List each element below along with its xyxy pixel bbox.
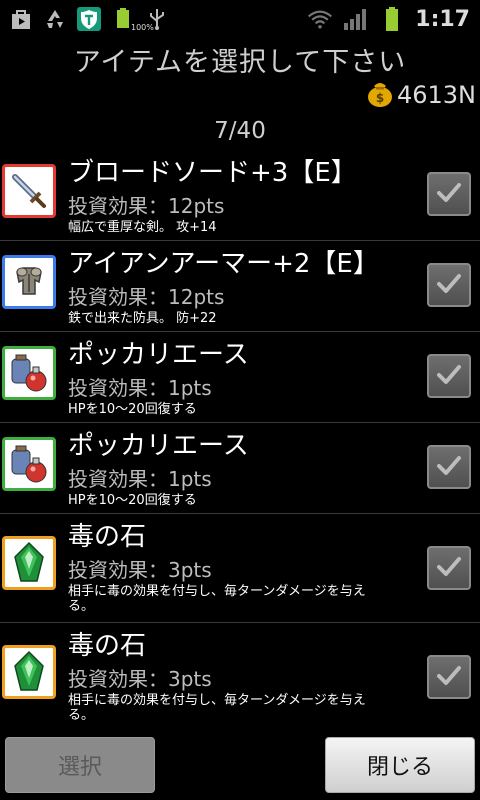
checkmark-icon [435,269,463,301]
item-checkbox[interactable] [427,546,471,590]
list-item[interactable]: 毒の石 投資効果：3pts 相手に毒の効果を付与し、毎ターンダメージを与え る。 [0,623,480,733]
item-desc: 相手に毒の効果を付与し、毎ターンダメージを与え る。 [68,584,366,614]
item-desc: 鉄で出来た防具。 防+22 [68,311,217,326]
list-item[interactable]: ポッカリエース 投資効果：1pts HPを10～20回復する [0,332,480,423]
wifi-icon [307,6,333,32]
list-item[interactable]: 毒の石 投資効果：3pts 相手に毒の効果を付与し、毎ターンダメージを与え る。 [0,514,480,623]
list-item[interactable]: ブロードソード+3【E】 投資効果：12pts 幅広で重厚な剣。 攻+14 [0,150,480,241]
checkmark-icon [435,178,463,210]
item-invest: 投資効果：1pts [68,376,212,400]
checkmark-icon [435,552,463,584]
list-item[interactable]: アイアンアーマー+2【E】 投資効果：12pts 鉄で出来た防具。 防+22 [0,241,480,332]
shopping-bag-icon [8,6,34,32]
potion-icon [2,346,56,400]
battery-percent: 100% [131,23,154,32]
item-desc: HPを10～20回復する [68,493,197,508]
poison-stone-icon [2,536,56,590]
item-name: ポッカリエース [68,340,249,370]
item-name: 毒の石 [68,522,147,552]
item-name: ポッカリエース [68,431,249,461]
item-name: ブロードソード+3【E】 [68,158,357,188]
item-invest: 投資効果：3pts [68,667,212,691]
checkmark-icon [435,661,463,693]
money-bag-icon: $ [365,78,395,112]
poison-stone-icon [2,645,56,699]
item-list: ブロードソード+3【E】 投資効果：12pts 幅広で重厚な剣。 攻+14 アイ… [0,150,480,733]
potion-icon [2,437,56,491]
gold-display: $ 4613N [365,78,476,112]
item-desc: 相手に毒の効果を付与し、毎ターンダメージを与え る。 [68,693,366,723]
item-desc: HPを10～20回復する [68,402,197,417]
sword-icon [2,164,56,218]
status-clock: 1:17 [415,6,470,32]
item-invest: 投資効果：12pts [68,194,225,218]
armor-icon [2,255,56,309]
battery-icon [379,6,405,32]
recycle-icon [42,6,68,32]
item-desc: 幅広で重厚な剣。 攻+14 [68,220,217,235]
signal-icon [343,6,369,32]
item-checkbox[interactable] [427,655,471,699]
item-invest: 投資効果：3pts [68,558,212,582]
svg-text:$: $ [376,91,384,105]
select-button[interactable]: 選択 [5,737,155,793]
item-invest: 投資効果：12pts [68,285,225,309]
item-checkbox[interactable] [427,172,471,216]
dialog-title: アイテムを選択して下さい [73,47,407,78]
item-checkbox[interactable] [427,445,471,489]
button-bar: 選択 閉じる [0,732,480,800]
gold-amount: 4613N [396,81,476,109]
item-name: アイアンアーマー+2【E】 [68,249,379,279]
page-counter: 7/40 [214,118,266,144]
checkmark-icon [435,451,463,483]
close-button[interactable]: 閉じる [325,737,475,793]
item-checkbox[interactable] [427,263,471,307]
item-name: 毒の石 [68,631,147,661]
item-invest: 投資効果：1pts [68,467,212,491]
shield-t-icon [76,6,102,32]
status-bar: 100% 1:17 [0,0,480,38]
item-checkbox[interactable] [427,354,471,398]
list-item[interactable]: ポッカリエース 投資効果：1pts HPを10～20回復する [0,423,480,514]
checkmark-icon [435,360,463,392]
